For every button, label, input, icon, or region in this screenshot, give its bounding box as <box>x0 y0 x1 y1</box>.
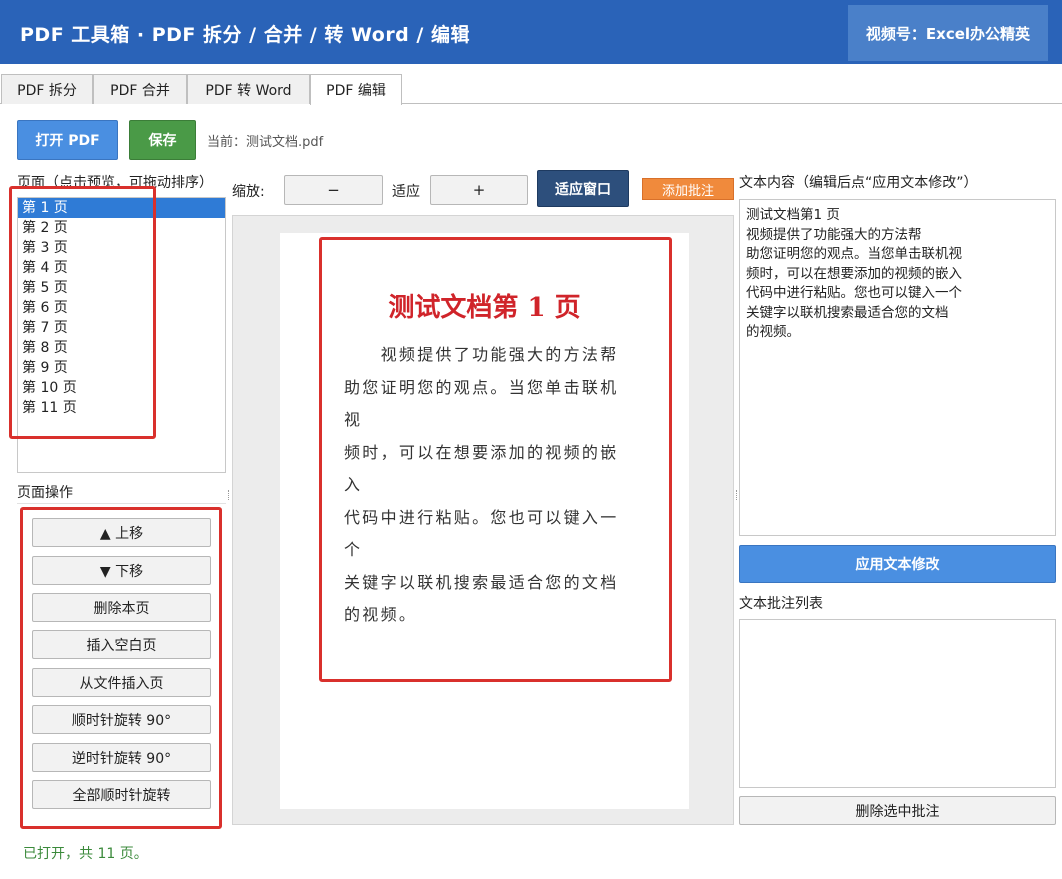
preview-doc-body: 视频提供了功能强大的方法帮 助您证明您的观点。当您单击联机视 频时，可以在想要添… <box>344 339 634 632</box>
preview-doc-title: 测试文档第 1 页 <box>388 293 581 323</box>
page-operations-panel: ▲ 上移 ▼ 下移 删除本页 插入空白页 从文件插入页 顺时针旋转 90° 逆时… <box>17 503 226 825</box>
text-line: 测试文档第1 页 <box>746 207 840 223</box>
insert-from-file-button[interactable]: 从文件插入页 <box>32 668 211 697</box>
text-panel-label: 文本内容（编辑后点“应用文本修改”） <box>739 175 978 191</box>
insert-blank-page-button[interactable]: 插入空白页 <box>32 630 211 659</box>
left-splitter-handle[interactable] <box>228 490 230 500</box>
preview-line: 频时，可以在想要添加的视频的嵌入 <box>344 442 619 495</box>
channel-badge: 视频号：Excel办公精英 <box>848 5 1048 61</box>
preview-line: 代码中进行粘贴。您也可以键入一个 <box>344 507 619 560</box>
save-button[interactable]: 保存 <box>129 120 196 160</box>
status-text: 已打开，共 11 页。 <box>23 846 148 862</box>
page-list-item[interactable]: 第 5 页 <box>18 278 225 298</box>
pdf-page-preview[interactable]: 测试文档第 1 页 视频提供了功能强大的方法帮 助您证明您的观点。当您单击联机视… <box>280 233 689 809</box>
page-list-item[interactable]: 第 11 页 <box>18 398 225 418</box>
apply-text-button[interactable]: 应用文本修改 <box>739 545 1056 583</box>
page-list-item[interactable]: 第 2 页 <box>18 218 225 238</box>
annotation-list[interactable] <box>739 619 1056 788</box>
text-line: 的视频。 <box>746 324 800 340</box>
preview-line: 视频提供了功能强大的方法帮 <box>344 345 619 364</box>
tab-pdf-split[interactable]: PDF 拆分 <box>1 74 93 104</box>
title-bar: PDF 工具箱 · PDF 拆分 / 合并 / 转 Word / 编辑 视频号：… <box>0 0 1062 64</box>
rotate-all-clockwise-button[interactable]: 全部顺时针旋转 <box>32 780 211 809</box>
page-list-item[interactable]: 第 8 页 <box>18 338 225 358</box>
rotate-counterclockwise-button[interactable]: 逆时针旋转 90° <box>32 743 211 772</box>
move-up-button[interactable]: ▲ 上移 <box>32 518 211 547</box>
pages-panel-label: 页面（点击预览，可拖动排序） <box>17 175 213 191</box>
app-title: PDF 工具箱 · PDF 拆分 / 合并 / 转 Word / 编辑 <box>20 24 470 46</box>
tab-pdf-merge[interactable]: PDF 合并 <box>93 74 187 104</box>
page-list[interactable]: 第 1 页 第 2 页 第 3 页 第 4 页 第 5 页 第 6 页 第 7 … <box>17 197 226 473</box>
fit-label: 适应 <box>392 184 420 200</box>
open-pdf-button[interactable]: 打开 PDF <box>17 120 118 160</box>
ops-panel-label: 页面操作 <box>17 485 73 501</box>
zoom-in-button[interactable]: + <box>430 175 528 205</box>
text-content-editor[interactable]: 测试文档第1 页 视频提供了功能强大的方法帮 助您证明您的观点。当您单击联机视 … <box>739 199 1056 536</box>
add-annotation-button[interactable]: 添加批注 <box>642 178 734 200</box>
page-list-item[interactable]: 第 7 页 <box>18 318 225 338</box>
move-down-button[interactable]: ▼ 下移 <box>32 556 211 585</box>
page-list-item[interactable]: 第 1 页 <box>18 198 225 218</box>
preview-line: 助您证明您的观点。当您单击联机视 <box>344 377 619 430</box>
text-line: 视频提供了功能强大的方法帮 <box>746 226 922 243</box>
annotations-label: 文本批注列表 <box>739 596 823 612</box>
right-splitter-handle[interactable] <box>736 490 738 500</box>
delete-annotation-button[interactable]: 删除选中批注 <box>739 796 1056 825</box>
page-list-item[interactable]: 第 9 页 <box>18 358 225 378</box>
current-file-label: 当前：测试文档.pdf <box>207 135 324 150</box>
page-list-item[interactable]: 第 3 页 <box>18 238 225 258</box>
text-line: 代码中进行粘贴。您也可以键入一个 <box>746 285 962 301</box>
text-line: 助您证明您的观点。当您单击联机视 <box>746 246 962 262</box>
delete-page-button[interactable]: 删除本页 <box>32 593 211 622</box>
tab-pdf-edit[interactable]: PDF 编辑 <box>310 74 402 105</box>
page-list-item[interactable]: 第 10 页 <box>18 378 225 398</box>
text-line: 频时，可以在想要添加的视频的嵌入 <box>746 265 962 282</box>
zoom-out-button[interactable]: − <box>284 175 383 205</box>
zoom-label: 缩放: <box>232 184 265 200</box>
rotate-clockwise-button[interactable]: 顺时针旋转 90° <box>32 705 211 734</box>
tab-bar: PDF 拆分 PDF 合并 PDF 转 Word PDF 编辑 <box>0 74 1062 105</box>
text-line: 关键字以联机搜索最适合您的文档 <box>746 304 949 321</box>
preview-line: 的视频。 <box>344 605 418 624</box>
page-preview-area[interactable]: 测试文档第 1 页 视频提供了功能强大的方法帮 助您证明您的观点。当您单击联机视… <box>232 215 734 825</box>
tab-pdf-to-word[interactable]: PDF 转 Word <box>187 74 310 104</box>
page-list-item[interactable]: 第 4 页 <box>18 258 225 278</box>
fit-window-button[interactable]: 适应窗口 <box>537 170 629 207</box>
page-list-item[interactable]: 第 6 页 <box>18 298 225 318</box>
preview-line: 关键字以联机搜索最适合您的文档 <box>344 572 619 592</box>
